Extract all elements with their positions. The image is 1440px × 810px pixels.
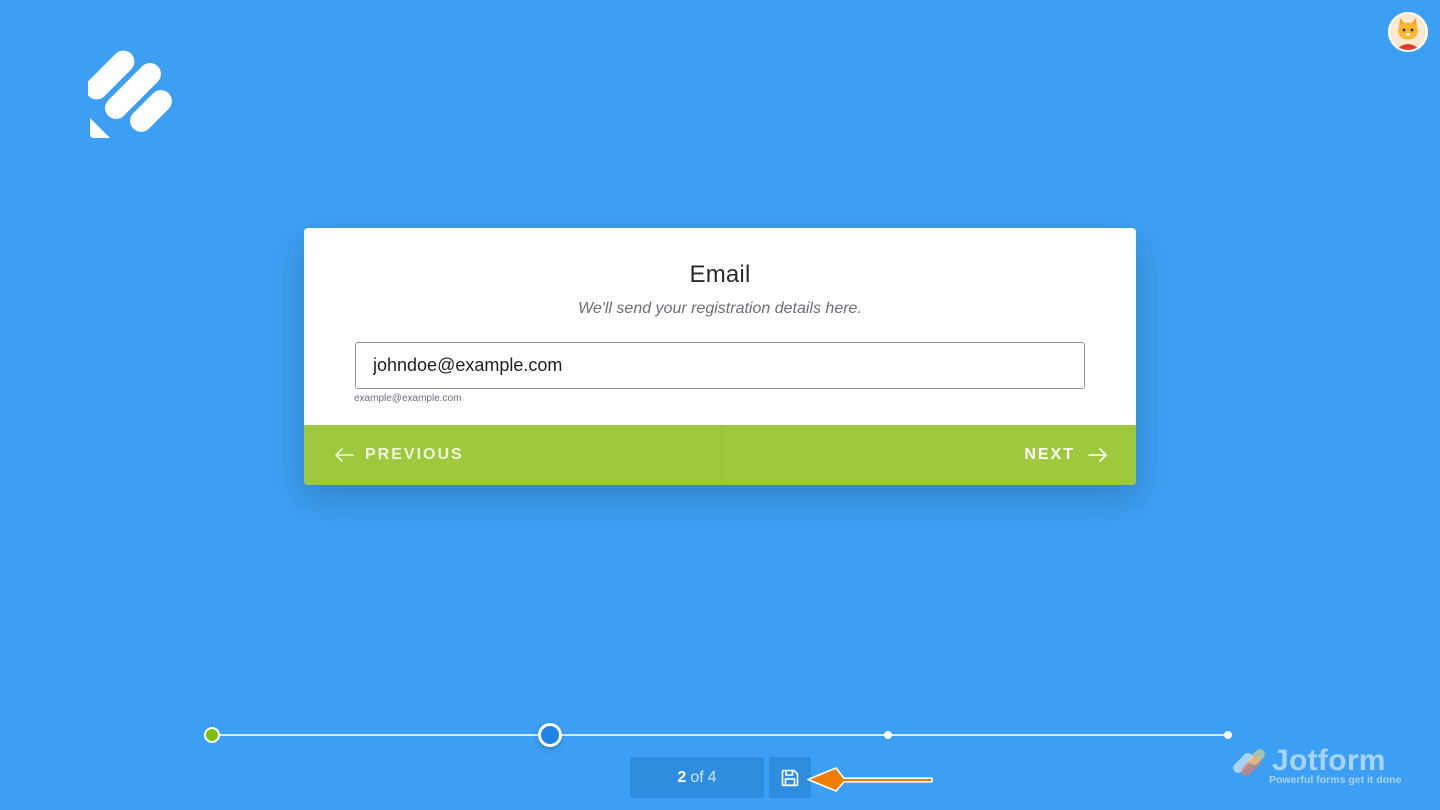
arrow-left-icon	[335, 448, 354, 462]
of-label: of	[690, 768, 704, 786]
floppy-disk-icon	[781, 769, 799, 786]
jotform-brand-link[interactable]: Jotform Powerful forms get it done	[1232, 744, 1407, 790]
progress-step-2[interactable]	[538, 723, 562, 747]
cat-avatar-icon[interactable]	[1388, 12, 1428, 52]
current-page: 2	[677, 768, 687, 786]
save-button[interactable]	[769, 757, 811, 798]
jotform-logo-icon	[1233, 749, 1265, 776]
progress-step-4[interactable]	[1224, 731, 1232, 739]
previous-button[interactable]: PREVIOUS	[304, 425, 722, 485]
progress-step-1[interactable]	[204, 727, 220, 743]
form-page: Email We'll send your registration detai…	[0, 0, 1440, 810]
navigation-bar: PREVIOUS NEXT	[304, 425, 1136, 485]
form-logo-icon	[88, 50, 172, 138]
progress-step-3[interactable]	[884, 731, 892, 739]
question-subtitle: We'll send your registration details her…	[578, 300, 862, 317]
email-field[interactable]	[355, 342, 1085, 389]
next-button[interactable]: NEXT	[722, 425, 1137, 485]
progress-track	[212, 734, 1228, 736]
brand-name: Jotform	[1272, 744, 1386, 777]
arrow-right-icon	[1088, 448, 1107, 462]
question-title: Email	[689, 261, 751, 288]
next-label: NEXT	[1024, 446, 1075, 463]
question-card: Email We'll send your registration detai…	[304, 228, 1136, 485]
page-counter: 2 of 4	[630, 757, 764, 798]
orange-pointer-arrow-icon	[807, 767, 933, 792]
previous-label: PREVIOUS	[365, 446, 464, 463]
brand-tagline: Powerful forms get it done	[1269, 774, 1402, 786]
email-sublabel: example@example.com	[354, 393, 462, 404]
total-pages: 4	[707, 768, 717, 786]
